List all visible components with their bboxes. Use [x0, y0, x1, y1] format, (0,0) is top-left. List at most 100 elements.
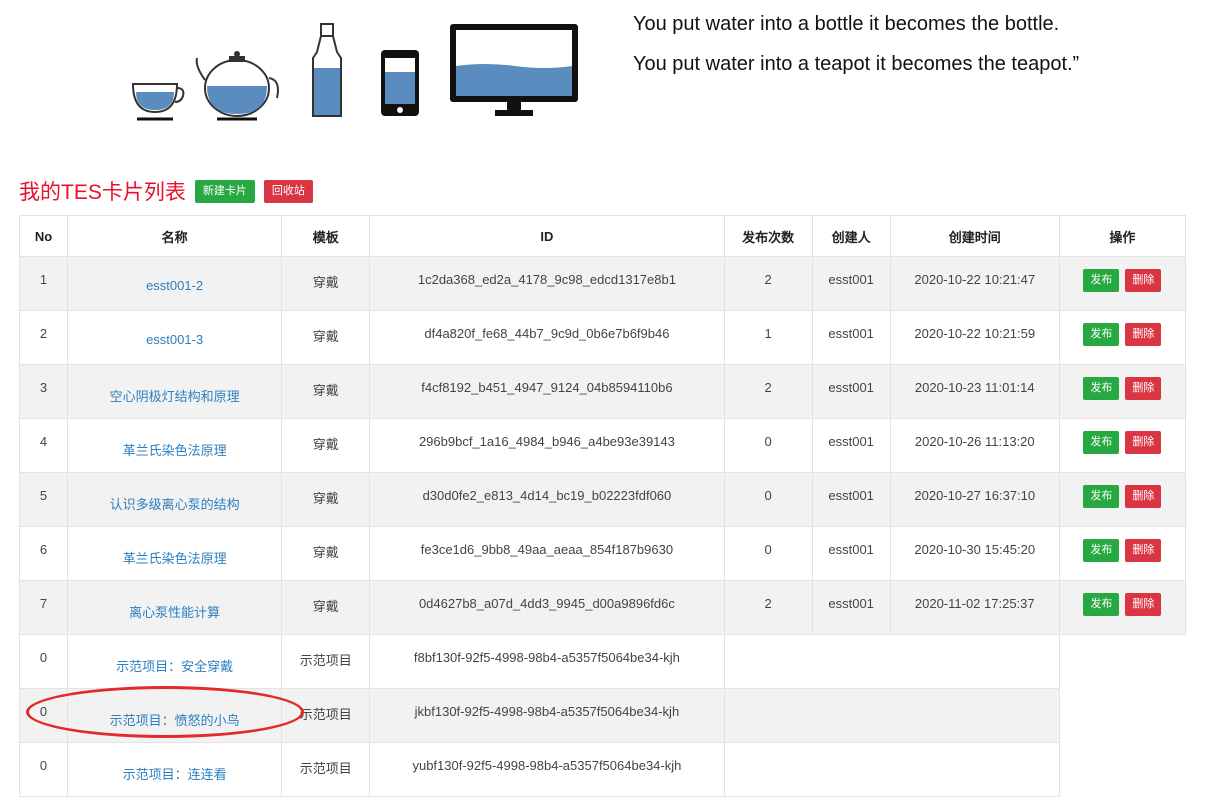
row-created-at: 2020-11-02 17:25:37: [914, 596, 1035, 611]
recycle-bin-button[interactable]: 回收站: [263, 179, 313, 203]
row-id: fe3ce1d6_9bb8_49aa_aeaa_854f187b9630: [420, 542, 674, 557]
row-created-at: 2020-10-26 11:13:20: [914, 434, 1035, 449]
row-id: f4cf8192_b451_4947_9124_04b8594110b6: [421, 380, 673, 395]
card-name-link[interactable]: 认识多级离心泵的结构: [68, 473, 281, 513]
row-creator: esst001: [828, 434, 874, 449]
row-template: 穿戴: [312, 545, 339, 560]
delete-button[interactable]: 删除: [1125, 431, 1162, 454]
col-header-name: 名称: [67, 215, 283, 257]
demo-name-link[interactable]: 示范项目：连连看: [68, 743, 281, 783]
row-id: df4a820f_fe68_44b7_9c9d_0b6e7b6f9b46: [424, 326, 670, 341]
demo-name-link[interactable]: 示范项目：愤怒的小鸟: [68, 689, 281, 729]
publish-button[interactable]: 发布: [1083, 539, 1120, 562]
delete-button[interactable]: 删除: [1125, 539, 1162, 562]
bottle-icon: [312, 23, 342, 117]
table-row: 3 空心阴极灯结构和原理 穿戴 f4cf8192_b451_4947_9124_…: [18, 364, 1187, 419]
row-publish-count: 1: [764, 326, 772, 341]
row-template: 穿戴: [312, 383, 339, 398]
col-header-no: No: [18, 215, 69, 257]
row-template: 穿戴: [312, 437, 339, 452]
new-card-button[interactable]: 新建卡片: [194, 179, 255, 203]
delete-button[interactable]: 删除: [1125, 377, 1162, 400]
row-template: 穿戴: [312, 275, 339, 290]
row-template: 示范项目: [299, 653, 352, 668]
card-name-link[interactable]: 革兰氏染色法原理: [68, 527, 281, 567]
table-header-row: No 名称 模板 ID 发布次数 创建人 创建时间 操作: [18, 215, 1187, 257]
table-row: 2 esst001-3 穿戴 df4a820f_fe68_44b7_9c9d_0…: [18, 310, 1187, 365]
page-title: 我的TES卡片列表: [19, 181, 186, 204]
quote-line-2: You put water into a teapot it becomes t…: [633, 53, 1080, 75]
card-name-link[interactable]: esst001-2: [68, 257, 281, 293]
publish-button[interactable]: 发布: [1083, 593, 1120, 616]
row-template: 示范项目: [299, 707, 352, 722]
row-id: jkbf130f-92f5-4998-98b4-a5357f5064be34-k…: [414, 704, 680, 719]
row-template: 穿戴: [312, 329, 339, 344]
demo-name-link[interactable]: 示范项目：安全穿戴: [68, 635, 281, 675]
row-id: 0d4627b8_a07d_4dd3_9945_d00a9896fd6c: [418, 596, 675, 611]
row-creator: esst001: [828, 272, 874, 287]
col-header-publish-count: 发布次数: [723, 215, 813, 257]
row-no: 4: [39, 434, 48, 449]
card-name-link[interactable]: 空心阴极灯结构和原理: [68, 365, 281, 405]
quote: You put water into a bottle it becomes t…: [633, 4, 1079, 84]
monitor-icon: [450, 24, 578, 116]
row-id: 1c2da368_ed2a_4178_9c98_edcd1317e8b1: [417, 272, 676, 287]
row-created-at: 2020-10-30 15:45:20: [914, 542, 1036, 557]
row-creator: esst001: [828, 596, 874, 611]
card-name-link[interactable]: 离心泵性能计算: [68, 581, 281, 621]
row-no: 1: [39, 272, 48, 287]
row-created-at: 2020-10-23 11:01:14: [914, 380, 1035, 395]
col-header-actions: 操作: [1058, 215, 1187, 257]
row-id: 296b9bcf_1a16_4984_b946_a4be93e39143: [418, 434, 675, 449]
card-name-link[interactable]: 革兰氏染色法原理: [68, 419, 281, 459]
row-no: 0: [39, 758, 48, 773]
row-created-at: 2020-10-27 16:37:10: [914, 488, 1036, 503]
row-template: 示范项目: [299, 761, 352, 776]
quote-line-1: You put water into a bottle it becomes t…: [633, 13, 1060, 35]
delete-button[interactable]: 删除: [1125, 323, 1162, 346]
row-created-at: 2020-10-22 10:21:47: [914, 272, 1036, 287]
table-row: 4 革兰氏染色法原理 穿戴 296b9bcf_1a16_4984_b946_a4…: [18, 418, 1187, 473]
card-name-link[interactable]: esst001-3: [68, 311, 281, 347]
row-publish-count: 2: [764, 596, 772, 611]
col-header-creator: 创建人: [811, 215, 891, 257]
row-no: 2: [39, 326, 48, 341]
table-row: 7 离心泵性能计算 穿戴 0d4627b8_a07d_4dd3_9945_d00…: [18, 580, 1187, 635]
col-header-created-at: 创建时间: [889, 215, 1060, 257]
phone-icon: [381, 50, 419, 116]
delete-button[interactable]: 删除: [1125, 269, 1162, 292]
row-template: 穿戴: [312, 491, 339, 506]
row-id: d30d0fe2_e813_4d14_bc19_b02223fdf060: [422, 488, 672, 503]
demo-table-row: 0 示范项目：连连看 示范项目 yubf130f-92f5-4998-98b4-…: [18, 742, 1186, 797]
water-containers-illustration: [131, 23, 578, 121]
demo-table-row: 0 示范项目：愤怒的小鸟 示范项目 jkbf130f-92f5-4998-98b…: [18, 688, 1186, 743]
table-row: 5 认识多级离心泵的结构 穿戴 d30d0fe2_e813_4d14_bc19_…: [18, 472, 1187, 527]
row-no: 5: [39, 488, 48, 503]
delete-button[interactable]: 删除: [1125, 593, 1162, 616]
demo-table-row: 0 示范项目：安全穿戴 示范项目 f8bf130f-92f5-4998-98b4…: [18, 634, 1186, 689]
row-creator: esst001: [828, 488, 874, 503]
row-publish-count: 0: [764, 488, 772, 503]
row-no: 7: [39, 596, 48, 611]
card-table: No 名称 模板 ID 发布次数 创建人 创建时间 操作 1 esst001-2…: [18, 215, 1187, 797]
list-header: 我的TES卡片列表 新建卡片 回收站: [19, 176, 322, 206]
publish-button[interactable]: 发布: [1083, 269, 1120, 292]
row-creator: esst001: [828, 542, 874, 557]
teapot-icon: [195, 51, 279, 121]
delete-button[interactable]: 删除: [1125, 485, 1162, 508]
publish-button[interactable]: 发布: [1083, 377, 1120, 400]
row-creator: esst001: [828, 326, 874, 341]
row-no: 0: [39, 650, 48, 665]
table-row: 6 革兰氏染色法原理 穿戴 fe3ce1d6_9bb8_49aa_aeaa_85…: [18, 526, 1187, 581]
publish-button[interactable]: 发布: [1083, 323, 1120, 346]
row-id: f8bf130f-92f5-4998-98b4-a5357f5064be34-k…: [413, 650, 680, 665]
row-created-at: 2020-10-22 10:21:59: [914, 326, 1036, 341]
publish-button[interactable]: 发布: [1083, 485, 1120, 508]
publish-button[interactable]: 发布: [1083, 431, 1120, 454]
row-no: 6: [39, 542, 48, 557]
row-no: 3: [39, 380, 48, 395]
col-header-template: 模板: [281, 215, 371, 257]
col-header-id: ID: [369, 215, 725, 257]
row-publish-count: 2: [764, 380, 772, 395]
row-publish-count: 0: [764, 542, 772, 557]
